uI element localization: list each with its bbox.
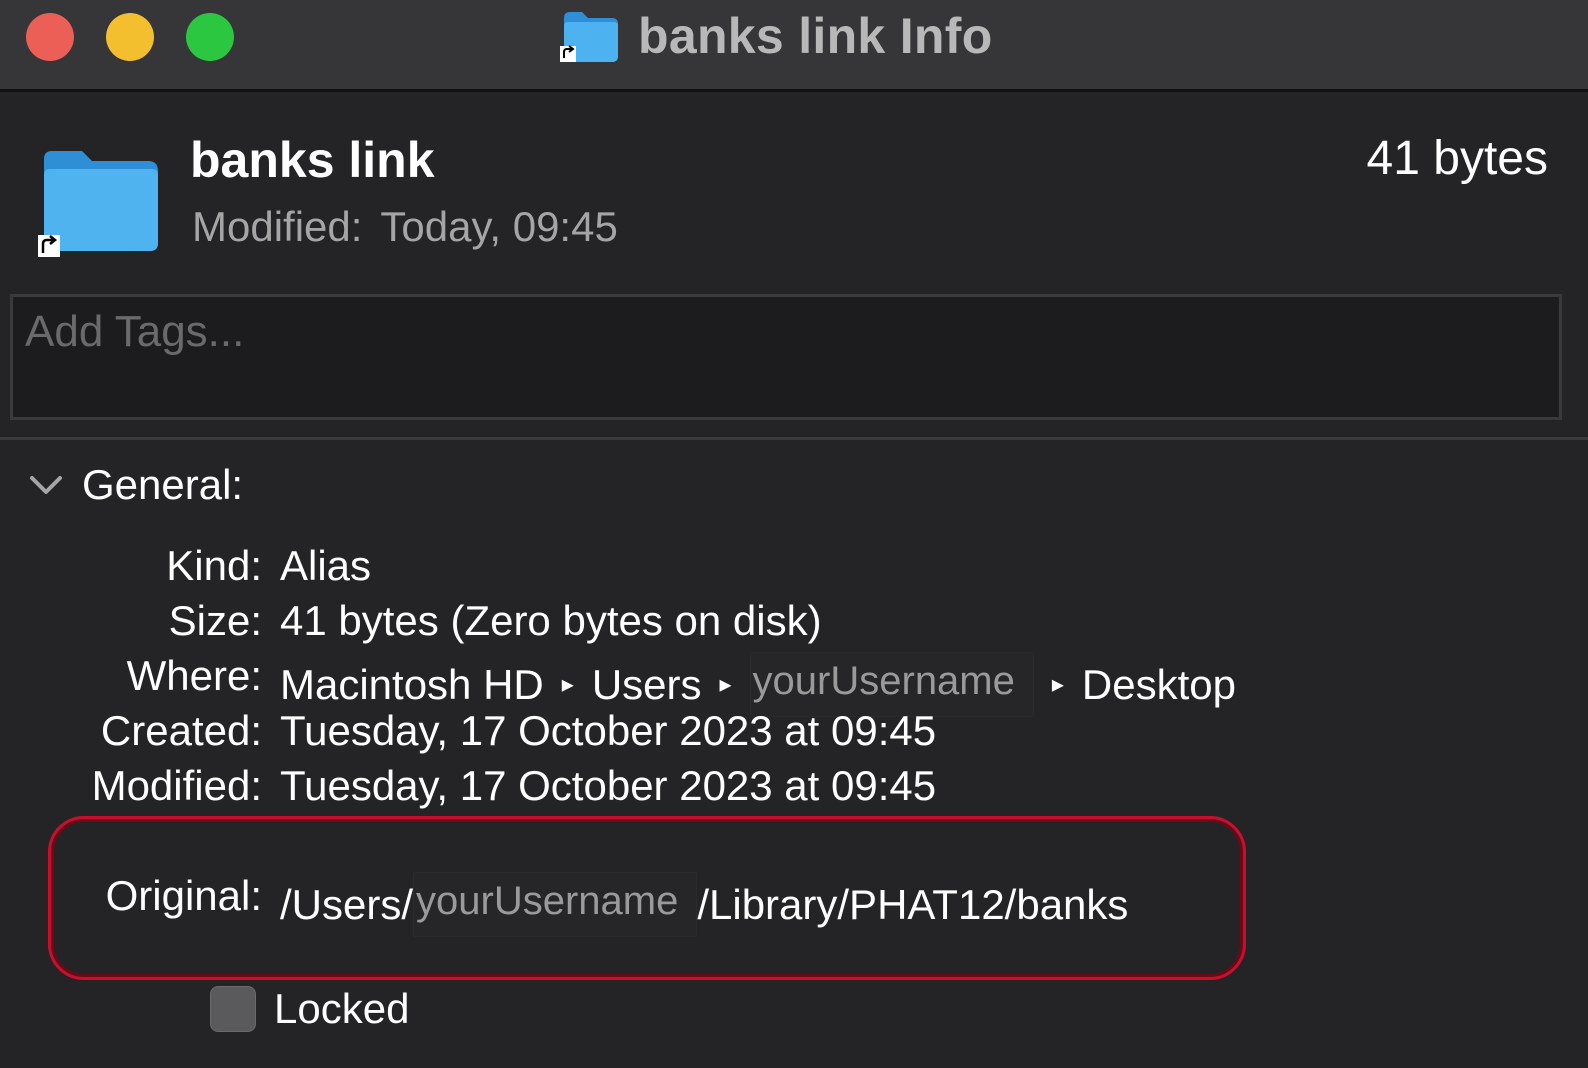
- where-row: Where: Macintosh HD ▸ Users ▸ yourUserna…: [0, 652, 1588, 717]
- path-separator-icon: ▸: [719, 671, 732, 698]
- modified-label: Modified:: [192, 203, 363, 250]
- kind-row: Kind: Alias: [0, 542, 1588, 592]
- original-path-username: yourUsername: [413, 872, 698, 937]
- general-section-toggle[interactable]: General:: [26, 460, 243, 510]
- title-bar: banks link Info: [0, 0, 1588, 92]
- where-label: Where:: [126, 652, 262, 699]
- modified-row-label: Modified:: [91, 762, 262, 809]
- path-item-desktop[interactable]: Desktop: [1082, 661, 1236, 709]
- kind-label: Kind:: [166, 542, 262, 589]
- original-path-prefix: /Users/: [280, 880, 414, 928]
- general-section-label: General:: [82, 461, 244, 508]
- created-label: Created:: [100, 707, 262, 754]
- original-row: Original: /Users/ yourUsername /Library/…: [0, 872, 1588, 937]
- modified-row: Modified: Tuesday, 17 October 2023 at 09…: [0, 762, 1588, 812]
- created-row: Created: Tuesday, 17 October 2023 at 09:…: [0, 707, 1588, 757]
- item-size: 41 bytes: [1366, 132, 1548, 185]
- original-path-suffix: /Library/PHAT12/banks: [697, 880, 1129, 928]
- locked-checkbox[interactable]: [210, 986, 256, 1032]
- modified-value: Today, 09:45: [380, 203, 618, 250]
- size-label: Size:: [168, 597, 262, 644]
- window-title-group: banks link Info: [560, 0, 993, 72]
- info-header: banks link 41 bytes Modified: Today, 09:4…: [0, 95, 1588, 290]
- path-separator-icon: ▸: [1051, 671, 1064, 698]
- modified-row-value: Tuesday, 17 October 2023 at 09:45: [280, 762, 937, 809]
- kind-value: Alias: [280, 542, 372, 589]
- item-name: banks link: [190, 132, 435, 188]
- close-button[interactable]: [26, 13, 74, 61]
- item-modified: Modified: Today, 09:45: [192, 203, 618, 251]
- locked-control[interactable]: Locked: [210, 984, 409, 1034]
- tags-field-container: [10, 294, 1562, 420]
- chevron-down-icon: [26, 470, 66, 500]
- locked-label: Locked: [274, 985, 410, 1032]
- original-path[interactable]: /Users/ yourUsername /Library/PHAT12/ban…: [280, 872, 1128, 937]
- original-label: Original:: [105, 872, 262, 919]
- folder-alias-icon: [38, 143, 164, 259]
- tags-input[interactable]: [23, 301, 1547, 363]
- divider: [0, 437, 1588, 440]
- size-row: Size: 41 bytes (Zero bytes on disk): [0, 597, 1588, 647]
- window-title: banks link Info: [638, 8, 993, 64]
- path-item-volume[interactable]: Macintosh HD: [280, 661, 544, 709]
- created-value: Tuesday, 17 October 2023 at 09:45: [280, 707, 937, 754]
- size-value: 41 bytes (Zero bytes on disk): [280, 597, 822, 644]
- info-window: banks link Info banks link 41 bytes Modi…: [0, 0, 1588, 1068]
- minimize-button[interactable]: [106, 13, 154, 61]
- folder-alias-icon: [560, 8, 622, 64]
- zoom-button[interactable]: [186, 13, 234, 61]
- path-item-users[interactable]: Users: [592, 661, 702, 709]
- path-separator-icon: ▸: [561, 671, 574, 698]
